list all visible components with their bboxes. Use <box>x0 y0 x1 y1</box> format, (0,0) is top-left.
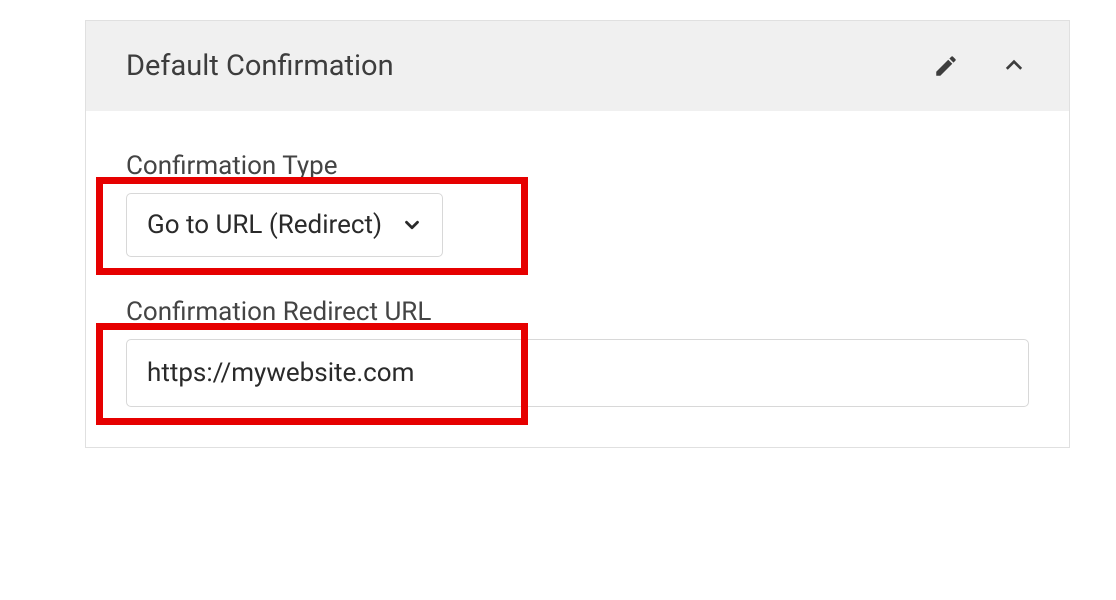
redirect-url-label: Confirmation Redirect URL <box>126 297 1029 327</box>
redirect-url-field: Confirmation Redirect URL <box>126 297 1029 407</box>
panel-actions <box>933 51 1029 81</box>
edit-button[interactable] <box>933 53 959 79</box>
panel-title: Default Confirmation <box>126 49 394 83</box>
panel-header: Default Confirmation <box>86 21 1069 111</box>
confirmation-type-field: Confirmation Type Go to URL (Redirect) <box>126 151 1029 257</box>
redirect-url-input[interactable] <box>126 339 1029 407</box>
confirmation-type-select[interactable]: Go to URL (Redirect) <box>126 193 443 257</box>
panel-body: Confirmation Type Go to URL (Redirect) C… <box>86 111 1069 447</box>
confirmation-type-label: Confirmation Type <box>126 151 1029 181</box>
pencil-icon <box>933 53 959 79</box>
chevron-up-icon <box>999 51 1029 81</box>
confirmation-type-select-wrapper: Go to URL (Redirect) <box>126 193 443 257</box>
collapse-button[interactable] <box>999 51 1029 81</box>
confirmation-panel: Default Confirmation Confirmation Type G… <box>85 20 1070 448</box>
confirmation-type-value: Go to URL (Redirect) <box>147 210 382 240</box>
